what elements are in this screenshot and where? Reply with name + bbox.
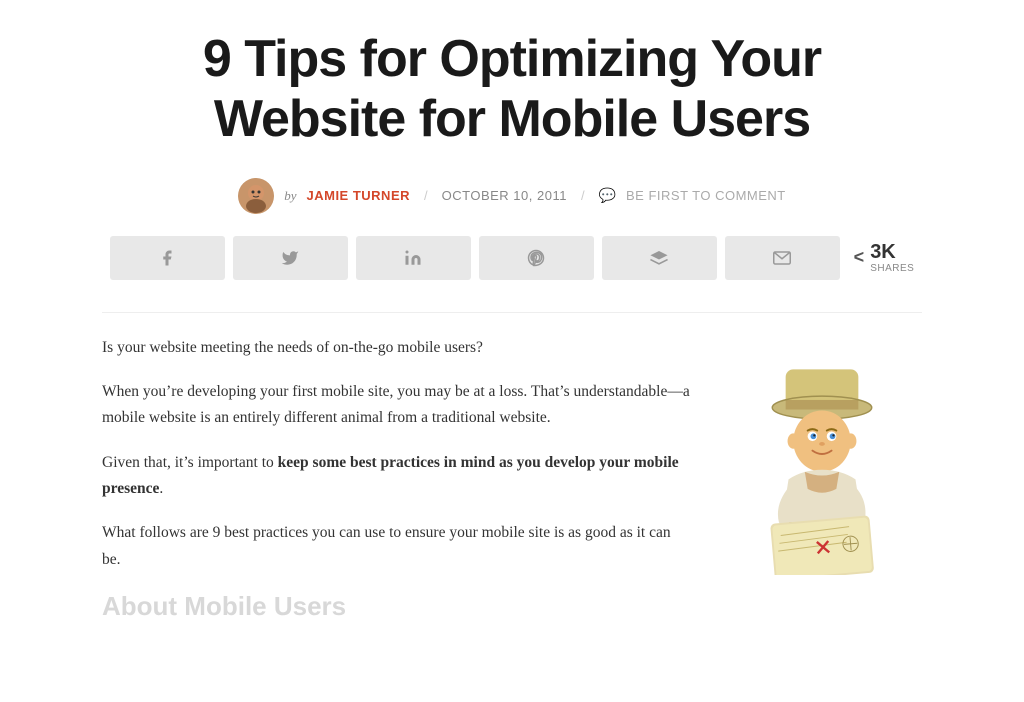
comment-icon: 💬 [599, 187, 616, 204]
meta-divider-2: / [581, 188, 585, 203]
article-para-1: Is your website meeting the needs of on-… [102, 335, 692, 361]
para3-prefix: Given that, it’s important to [102, 454, 278, 471]
share-pinterest-button[interactable] [479, 236, 594, 280]
share-linkedin-button[interactable] [356, 236, 471, 280]
article-para-2: When you’re developing your first mobile… [102, 379, 692, 432]
author-avatar [238, 178, 274, 214]
para3-suffix: . [159, 480, 163, 497]
share-email-button[interactable] [725, 236, 840, 280]
meta-comment-link[interactable]: BE FIRST TO COMMENT [626, 188, 786, 203]
share-count-chevron: < [854, 247, 865, 268]
article-text: Is your website meeting the needs of on-… [102, 335, 692, 622]
content-divider [102, 312, 922, 313]
article-meta: by JAMIE TURNER / OCTOBER 10, 2011 / 💬 B… [102, 178, 922, 214]
share-buffer-button[interactable] [602, 236, 717, 280]
share-twitter-button[interactable] [233, 236, 348, 280]
share-bar: < 3K SHARES [102, 236, 922, 280]
article-title: 9 Tips for Optimizing Your Website for M… [102, 30, 922, 150]
share-facebook-button[interactable] [110, 236, 225, 280]
article-para-3: Given that, it’s important to keep some … [102, 450, 692, 503]
meta-author-name[interactable]: JAMIE TURNER [307, 188, 411, 203]
faded-section: What follows are 9 best practices you ca… [102, 520, 692, 622]
share-count-label: SHARES [870, 263, 914, 274]
faded-para: What follows are 9 best practices you ca… [102, 520, 692, 573]
meta-date: OCTOBER 10, 2011 [442, 188, 567, 203]
article-illustration [722, 355, 922, 580]
faded-heading: About Mobile Users [102, 591, 692, 622]
meta-divider-1: / [424, 188, 428, 203]
meta-by-label: by [284, 188, 296, 204]
share-count: < 3K SHARES [854, 241, 915, 274]
share-count-number: 3K [870, 241, 914, 263]
article-body: Is your website meeting the needs of on-… [102, 335, 922, 622]
